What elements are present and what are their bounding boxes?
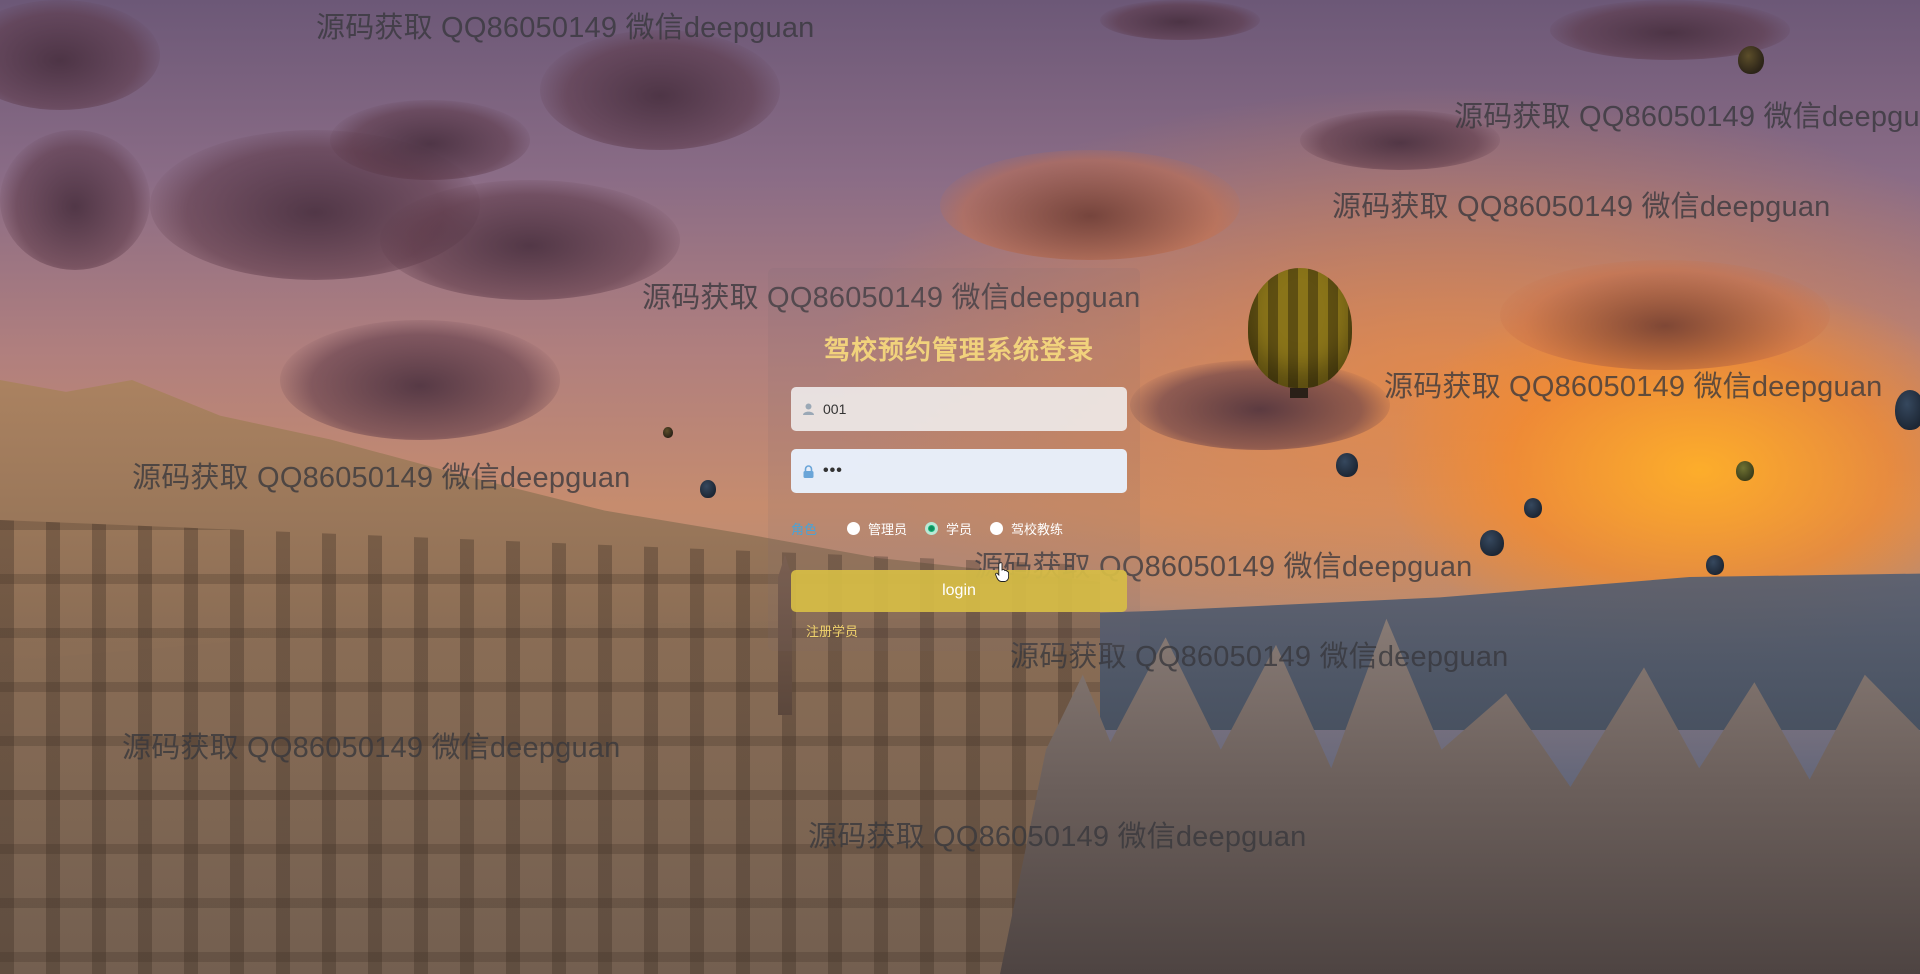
register-student-link[interactable]: 注册学员	[806, 621, 858, 640]
user-icon	[801, 401, 815, 417]
hot-air-balloon	[1524, 498, 1542, 518]
hot-air-balloon	[1736, 461, 1754, 481]
role-option-label: 学员	[946, 522, 973, 538]
watermark: 源码获取 QQ86050149 微信deepguan	[808, 821, 1307, 853]
hand-pointer-icon	[995, 562, 1010, 582]
hot-air-balloon	[1248, 268, 1352, 388]
radio-admin[interactable]	[847, 521, 861, 535]
cloud	[380, 180, 680, 300]
cloud	[280, 320, 560, 440]
cloud	[540, 30, 780, 150]
hot-air-balloon	[1480, 530, 1504, 556]
watermark: 源码获取 QQ86050149 微信deepguan	[1454, 101, 1920, 133]
watermark: 源码获取 QQ86050149 微信deepguan	[316, 12, 815, 44]
role-option-label: 驾校教练	[1011, 522, 1064, 538]
hot-air-balloon	[1706, 555, 1724, 575]
watermark: 源码获取 QQ86050149 微信deepguan	[1332, 191, 1831, 223]
role-option-coach[interactable]: 驾校教练	[990, 519, 1063, 538]
hot-air-balloon	[1738, 46, 1764, 74]
cloud	[330, 100, 530, 180]
radio-student[interactable]	[925, 521, 939, 535]
login-title: 驾校预约管理系统登录	[823, 336, 1094, 366]
role-option-admin[interactable]: 管理员	[847, 519, 907, 538]
cloud	[1500, 260, 1830, 370]
role-option-student[interactable]: 学员	[925, 519, 972, 538]
watermark: 源码获取 QQ86050149 微信deepguan	[1384, 371, 1883, 403]
cloud	[940, 150, 1240, 260]
cloud	[1130, 360, 1390, 450]
password-input[interactable]	[823, 451, 1113, 491]
watermark: 源码获取 QQ86050149 微信deepguan	[132, 462, 631, 494]
hot-air-balloon	[1336, 453, 1358, 477]
role-label: 角色	[791, 522, 818, 538]
balloon-basket	[1290, 388, 1308, 398]
radio-coach[interactable]	[990, 521, 1004, 535]
hot-air-balloon	[1895, 390, 1920, 430]
role-selector: 角色 管理员 学员 驾校教练	[791, 518, 1081, 538]
password-field[interactable]	[791, 449, 1127, 493]
username-input[interactable]	[823, 389, 1113, 429]
hot-air-balloon	[663, 427, 673, 438]
role-option-label: 管理员	[868, 522, 908, 538]
username-field[interactable]	[791, 387, 1127, 431]
hot-air-balloon	[700, 480, 716, 498]
login-button[interactable]: login	[791, 570, 1127, 612]
lock-icon	[801, 463, 815, 479]
cloud	[1100, 0, 1260, 40]
cloud	[0, 130, 150, 270]
watermark: 源码获取 QQ86050149 微信deepguan	[122, 732, 621, 764]
